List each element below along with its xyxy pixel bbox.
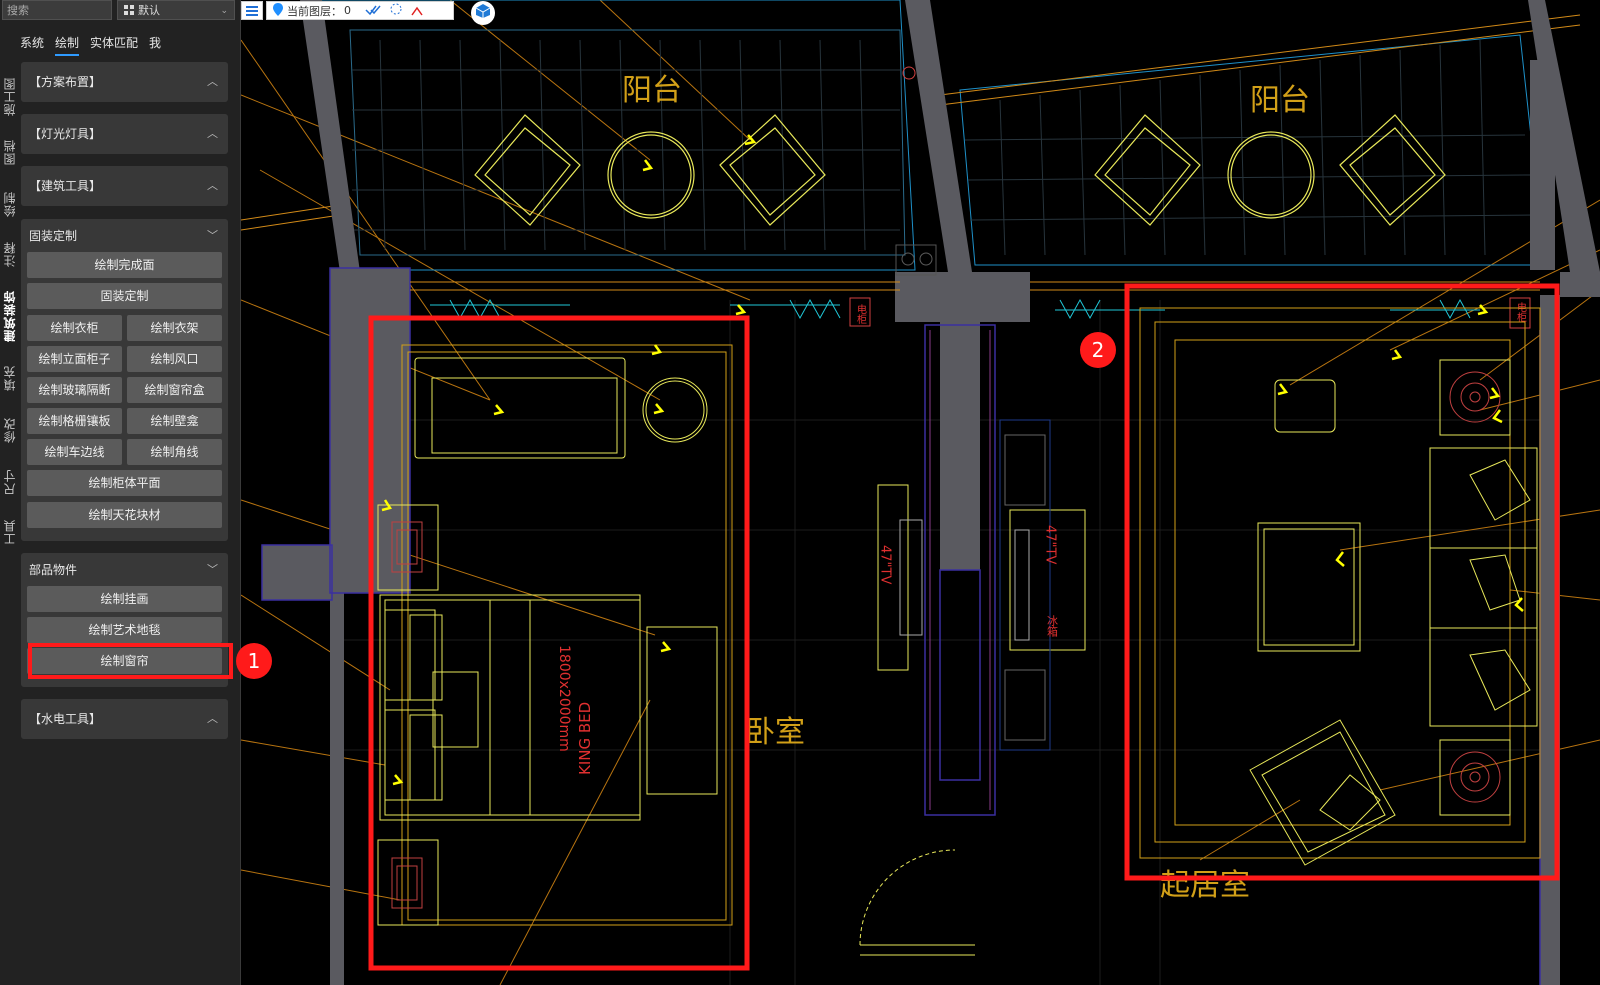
vtab-construction[interactable]: 施工图	[1, 72, 17, 122]
section-mep[interactable]: 【水电工具】 ︿	[21, 699, 228, 739]
caret-up-icon[interactable]	[411, 1, 423, 20]
chevron-up-icon: ︿	[207, 75, 218, 88]
menu-button[interactable]	[241, 1, 263, 20]
vtab-decoration[interactable]: 建筑装饰	[1, 284, 17, 348]
section-title: 【灯光灯具】	[29, 127, 102, 141]
section-header: 【灯光灯具】 ︿	[21, 114, 228, 154]
panel-tabs: 系统 绘制 实体匹配我	[20, 32, 172, 56]
vtab-fill[interactable]: 填充	[1, 360, 17, 396]
location-pin-icon	[273, 1, 283, 20]
chevron-up-icon: ︿	[207, 712, 218, 725]
section-title: 【建筑工具】	[29, 179, 102, 193]
grid-icon	[124, 2, 134, 15]
step-badge-1: 1	[236, 643, 272, 679]
section-header[interactable]: 固装定制 ﹀	[21, 219, 228, 253]
btn-draw-ceiling-block[interactable]: 绘制天花块材	[27, 502, 222, 528]
btn-draw-painting[interactable]: 绘制挂画	[27, 586, 222, 612]
section-architecture[interactable]: 【建筑工具】 ︿	[21, 166, 228, 206]
chevron-down-icon: ﹀	[207, 563, 218, 576]
section-title: 【水电工具】	[29, 712, 102, 726]
btn-draw-corner-line[interactable]: 绘制角线	[127, 439, 222, 465]
section-fixed-custom: 固装定制 ﹀ 绘制完成面 固装定制 绘制衣柜 绘制衣架 绘制立面柜子 绘制风口 绘…	[21, 219, 228, 541]
layer-value: 0	[344, 4, 351, 17]
section-header: 【方案布置】 ︿	[21, 62, 228, 102]
layer-label: 当前图层：	[287, 4, 342, 18]
btn-draw-niche[interactable]: 绘制壁龛	[127, 408, 222, 434]
chevron-down-icon: ﹀	[207, 229, 218, 242]
btn-draw-clothes-rack[interactable]: 绘制衣架	[127, 315, 222, 341]
chevron-up-icon: ︿	[207, 179, 218, 192]
search-input[interactable]: 搜索	[2, 0, 112, 20]
hamburger-icon	[246, 1, 258, 20]
section-header[interactable]: 部品物件 ﹀	[21, 553, 228, 587]
layer-widget[interactable]: 当前图层： 0	[266, 1, 454, 20]
section-title: 部品物件	[29, 563, 78, 577]
section-header: 【水电工具】 ︿	[21, 699, 228, 739]
cad-canvas[interactable]: 电柜 电柜 阳台 阳台 KING BED 1800x2000mm 卧室 47"T…	[241, 0, 1600, 985]
view-cube-button[interactable]	[471, 0, 495, 25]
tab-me[interactable]: 我	[149, 34, 161, 54]
left-tool-panel: 搜索 默认 ⌄ 系统 绘制 实体匹配我 施工图 图档 绘制 注释 建筑装饰 填充 修…	[0, 0, 241, 985]
canvas-toolbar: 当前图层： 0	[241, 0, 495, 25]
check-icon[interactable]	[365, 1, 381, 20]
select-dashed-icon[interactable]	[389, 1, 403, 20]
tab-entity-match[interactable]: 实体匹配	[90, 34, 138, 54]
btn-draw-wardrobe[interactable]: 绘制衣柜	[27, 315, 122, 341]
cube-icon	[475, 3, 491, 23]
tab-draw[interactable]: 绘制	[55, 34, 80, 56]
label-tv-left: 47"TV	[878, 545, 893, 584]
section-title: 【方案布置】	[29, 75, 102, 89]
label-bed-size: 1800x2000mm	[556, 645, 572, 752]
section-lighting[interactable]: 【灯光灯具】 ︿	[21, 114, 228, 154]
vtab-draw[interactable]: 绘制	[1, 186, 17, 222]
scheme-label: 默认	[138, 4, 160, 17]
btn-draw-bevel-line[interactable]: 绘制车边线	[27, 439, 122, 465]
label-king-bed: KING BED	[576, 702, 594, 775]
label-balcony-left: 阳台	[622, 73, 682, 108]
section-title: 固装定制	[29, 229, 78, 243]
btn-draw-vent[interactable]: 绘制风口	[127, 346, 222, 372]
chevron-up-icon: ︿	[207, 127, 218, 140]
section-header: 【建筑工具】 ︿	[21, 166, 228, 206]
label-fridge: 冰箱	[1046, 615, 1059, 638]
btn-draw-glass-partition[interactable]: 绘制玻璃隔断	[27, 377, 122, 403]
btn-fixed-custom[interactable]: 固装定制	[27, 283, 222, 309]
vtab-modify[interactable]: 修改	[1, 412, 17, 448]
tab-system[interactable]: 系统	[20, 34, 44, 54]
btn-draw-grille-panel[interactable]: 绘制格栅镶板	[27, 408, 122, 434]
cabinet-label-left: 电柜	[855, 303, 867, 325]
vtab-annotate[interactable]: 注释	[1, 236, 17, 272]
highlight-box-curtain-button	[28, 643, 233, 679]
label-balcony-right: 阳台	[1250, 83, 1310, 118]
label-bedroom: 卧室	[745, 715, 805, 750]
section-scheme-layout[interactable]: 【方案布置】 ︿	[21, 62, 228, 102]
chevron-down-icon: ⌄	[220, 6, 228, 16]
vtab-dimension[interactable]: 尺寸	[1, 464, 17, 500]
btn-draw-elevation-cabinet[interactable]: 绘制立面柜子	[27, 346, 122, 372]
btn-draw-finish-surface[interactable]: 绘制完成面	[27, 252, 222, 278]
label-living-room: 起居室	[1160, 868, 1250, 903]
vtab-tools[interactable]: 工具	[1, 514, 17, 550]
btn-draw-curtain-box[interactable]: 绘制窗帘盒	[127, 377, 222, 403]
step-badge-2: 2	[1080, 332, 1116, 368]
scheme-dropdown[interactable]: 默认 ⌄	[117, 0, 235, 20]
btn-draw-cabinet-plan[interactable]: 绘制柜体平面	[27, 470, 222, 496]
label-tv-right: 47"TV	[1043, 525, 1058, 564]
cabinet-label-right: 电柜	[1515, 301, 1527, 323]
btn-draw-art-rug[interactable]: 绘制艺术地毯	[27, 617, 222, 643]
vtab-archive[interactable]: 图档	[1, 134, 17, 170]
